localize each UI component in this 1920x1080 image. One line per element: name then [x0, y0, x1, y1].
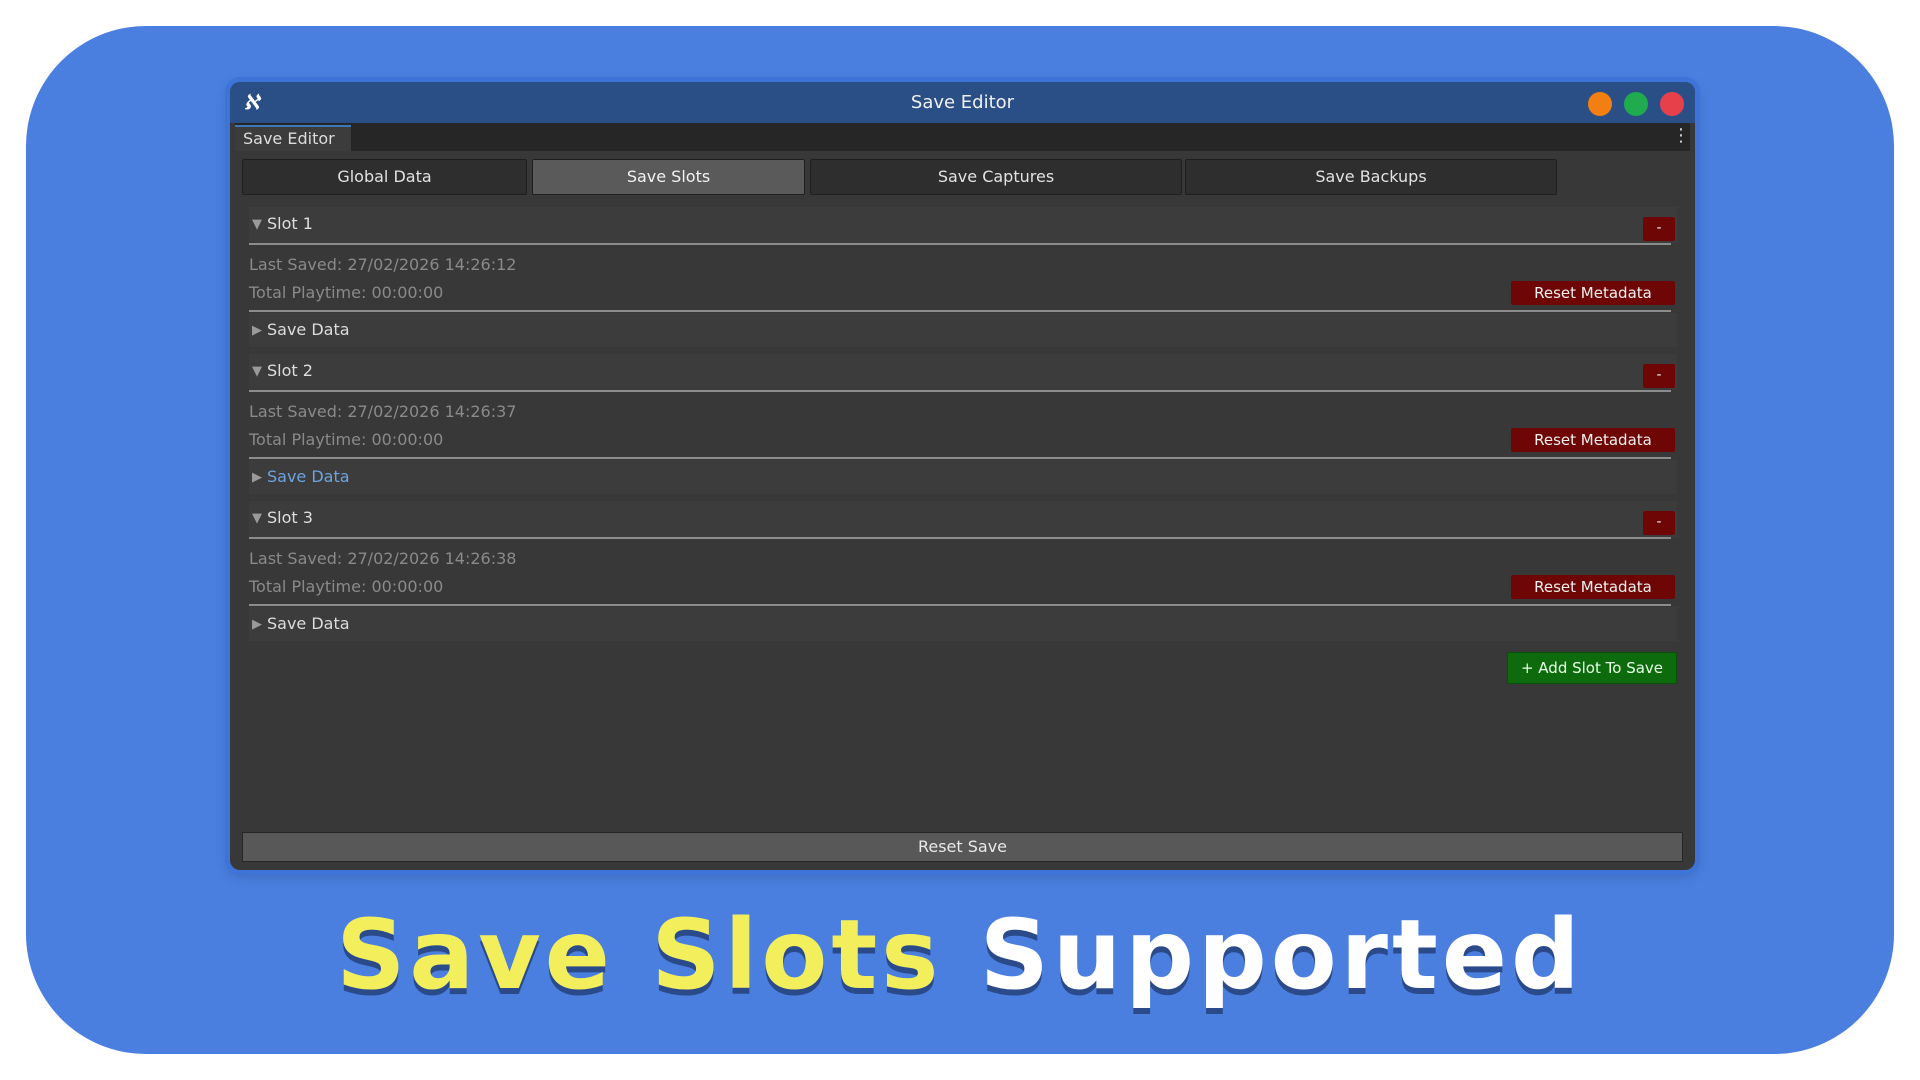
- foldout-collapsed-icon: ▶: [252, 323, 262, 338]
- reset-metadata-button[interactable]: Reset Metadata: [1511, 428, 1675, 452]
- slot-header[interactable]: ▼ Slot 3 -: [249, 501, 1677, 537]
- tab-save-editor[interactable]: Save Editor: [235, 125, 351, 151]
- window-title: Save Editor: [910, 92, 1015, 113]
- editor-tab-strip: Save Editor ⋮: [235, 123, 1690, 151]
- foldout-collapsed-icon: ▶: [252, 617, 262, 632]
- remove-slot-button[interactable]: -: [1643, 364, 1675, 388]
- divider: [249, 457, 1671, 459]
- save-data-label: Save Data: [267, 467, 350, 486]
- slot-panel-1: ▼ Slot 1 - Last Saved: 27/02/2026 14:26:…: [249, 207, 1677, 347]
- caption-headline: Save Slots Supported: [0, 895, 1920, 1015]
- divider: [249, 243, 1671, 245]
- section-toolbar: Global Data Save Slots Save Captures Sav…: [242, 159, 1683, 195]
- last-saved-text: Last Saved: 27/02/2026 14:26:37: [249, 402, 517, 421]
- slot-title: Slot 3: [267, 508, 313, 527]
- divider: [249, 604, 1671, 606]
- tab-save-backups[interactable]: Save Backups: [1185, 159, 1557, 195]
- caption-rest: Supported: [979, 899, 1584, 1011]
- last-saved-text: Last Saved: 27/02/2026 14:26:12: [249, 255, 517, 274]
- slot-title: Slot 2: [267, 361, 313, 380]
- save-data-foldout[interactable]: ▶ Save Data: [249, 607, 1677, 641]
- maximize-button[interactable]: [1624, 92, 1648, 116]
- close-button[interactable]: [1660, 92, 1684, 116]
- save-data-label: Save Data: [267, 614, 350, 633]
- tab-global-data[interactable]: Global Data: [242, 159, 527, 195]
- save-editor-window: ℵ Save Editor Save Editor ⋮ Global Data …: [230, 82, 1695, 870]
- tab-save-captures[interactable]: Save Captures: [810, 159, 1182, 195]
- more-options-icon[interactable]: ⋮: [1672, 127, 1690, 145]
- total-playtime-text: Total Playtime: 00:00:00: [249, 283, 444, 302]
- foldout-expanded-icon: ▼: [252, 364, 262, 379]
- reset-metadata-button[interactable]: Reset Metadata: [1511, 575, 1675, 599]
- remove-slot-button[interactable]: -: [1643, 217, 1675, 241]
- total-playtime-text: Total Playtime: 00:00:00: [249, 577, 444, 596]
- reset-metadata-button[interactable]: Reset Metadata: [1511, 281, 1675, 305]
- foldout-expanded-icon: ▼: [252, 217, 262, 232]
- total-playtime-text: Total Playtime: 00:00:00: [249, 430, 444, 449]
- add-slot-button[interactable]: + Add Slot To Save: [1507, 652, 1677, 684]
- minimize-button[interactable]: [1588, 92, 1612, 116]
- divider: [249, 537, 1671, 539]
- last-saved-text: Last Saved: 27/02/2026 14:26:38: [249, 549, 517, 568]
- slot-header[interactable]: ▼ Slot 2 -: [249, 354, 1677, 390]
- tab-save-slots[interactable]: Save Slots: [532, 159, 805, 195]
- foldout-expanded-icon: ▼: [252, 511, 262, 526]
- divider: [249, 390, 1671, 392]
- slot-panel-2: ▼ Slot 2 - Last Saved: 27/02/2026 14:26:…: [249, 354, 1677, 494]
- save-data-foldout[interactable]: ▶ Save Data: [249, 313, 1677, 347]
- save-data-label: Save Data: [267, 320, 350, 339]
- slot-title: Slot 1: [267, 214, 313, 233]
- slot-panel-3: ▼ Slot 3 - Last Saved: 27/02/2026 14:26:…: [249, 501, 1677, 641]
- window-titlebar[interactable]: ℵ Save Editor: [230, 82, 1695, 123]
- divider: [249, 310, 1671, 312]
- save-data-foldout[interactable]: ▶ Save Data: [249, 460, 1677, 494]
- foldout-collapsed-icon: ▶: [252, 470, 262, 485]
- caption-highlight: Save Slots: [336, 899, 943, 1011]
- reset-save-button[interactable]: Reset Save: [242, 832, 1683, 862]
- slot-header[interactable]: ▼ Slot 1 -: [249, 207, 1677, 243]
- remove-slot-button[interactable]: -: [1643, 511, 1675, 535]
